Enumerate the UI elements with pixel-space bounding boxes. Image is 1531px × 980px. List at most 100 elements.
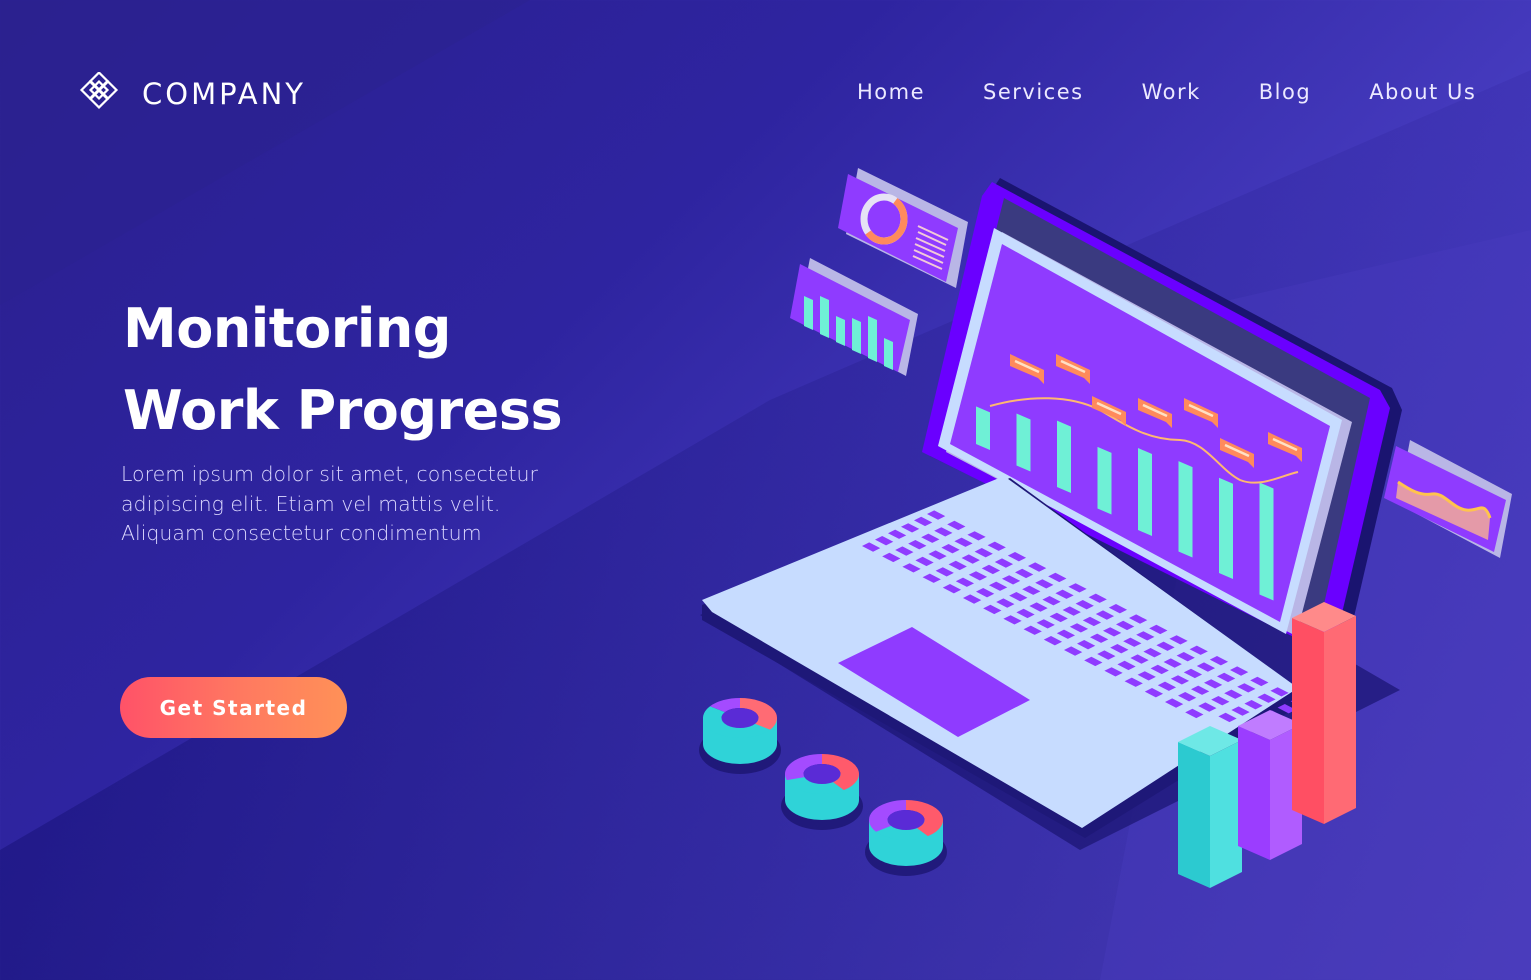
callout-flag [1092, 396, 1126, 426]
nav-blog[interactable]: Blog [1259, 80, 1311, 104]
donut-segment [906, 800, 944, 837]
donut-chart-icon [860, 193, 908, 245]
callout-flag [1010, 354, 1044, 384]
keyboard-key [888, 529, 907, 539]
keyboard-key [895, 546, 914, 556]
nav-work[interactable]: Work [1142, 80, 1201, 104]
brand-logo[interactable]: COMPANY [78, 72, 306, 116]
hero-title-line-1: Monitoring [123, 297, 451, 360]
callout-flag-line [1096, 401, 1122, 416]
screen-trend-line [989, 397, 1299, 484]
keyboard-key [1068, 583, 1087, 593]
keyboard-key [927, 510, 946, 520]
keyboard-key [976, 588, 995, 598]
screen-bar [1016, 413, 1031, 472]
floor-bar-right-face [1324, 616, 1356, 824]
nav-services[interactable]: Services [983, 80, 1084, 104]
side-card-bar [884, 338, 893, 370]
keyboard-key [1196, 662, 1216, 672]
keyboard-key [1043, 636, 1063, 646]
screen-bar [1097, 446, 1112, 515]
keyboard-key [1042, 596, 1061, 606]
keyboard-key [1097, 650, 1116, 660]
keyboard-key [1095, 610, 1115, 620]
keyboard-key [1231, 706, 1250, 716]
keyboard-key [1056, 629, 1076, 639]
floor-bar-top-face [1292, 602, 1356, 632]
interlocking-diamonds-icon [79, 72, 119, 110]
keyboard-key [947, 520, 966, 531]
keyboard-key [996, 598, 1015, 608]
keyboard-key [1270, 687, 1289, 697]
keyboard-key [1163, 658, 1182, 668]
keyboard-key [1129, 614, 1148, 624]
keyboard-key [948, 560, 967, 571]
keyboard-key [1277, 704, 1296, 714]
keyboard-key [1124, 677, 1143, 687]
callout-flag [1138, 398, 1172, 428]
screen-bar [1178, 461, 1193, 558]
hero-description-line-1: Lorem ipsum dolor sit amet, consectetur [121, 462, 538, 486]
keyboard-key [1007, 552, 1027, 562]
keyboard-key [942, 584, 962, 594]
nav-about-us[interactable]: About Us [1369, 80, 1476, 104]
3d-donut-charts [699, 698, 947, 876]
keyboard-key [1075, 600, 1094, 610]
keyboard-key [862, 542, 881, 552]
nav-home[interactable]: Home [857, 80, 925, 104]
keyboard-key [1224, 689, 1243, 699]
donut-segment [786, 777, 844, 794]
keyboard-key [961, 554, 980, 564]
get-started-button[interactable]: Get Started [120, 677, 347, 738]
keyboard-key [974, 548, 993, 558]
keyboard-key [989, 581, 1008, 591]
keyboard-key [921, 533, 940, 543]
donut-segment [740, 698, 778, 730]
keyboard-key [1029, 602, 1048, 612]
keyboard-key [1143, 648, 1162, 658]
keyboard-key [934, 527, 953, 537]
donut-segment [822, 754, 859, 791]
side-card-bars [804, 296, 893, 370]
keyboard-key [1218, 712, 1237, 723]
donut-shadow [781, 782, 863, 830]
donut-hole [721, 708, 759, 728]
keyboard-key [1209, 656, 1229, 666]
keyboard-key [967, 531, 986, 541]
keyboard-key [1049, 612, 1068, 623]
keyboard-key [908, 540, 927, 550]
keyboard-key [1150, 664, 1169, 675]
callout-flag [1056, 354, 1090, 384]
keyboard-key [1015, 568, 1034, 579]
keyboard-key [1077, 640, 1096, 650]
keyboard-key [963, 594, 982, 604]
main-nav: Home Services Work Blog About Us [857, 80, 1476, 104]
hero-description: Lorem ipsum dolor sit amet, consectetur … [121, 460, 601, 549]
screen-bar-chart [976, 406, 1274, 601]
keyboard-key [1088, 593, 1107, 603]
callout-flag-line [1060, 359, 1086, 374]
keyboard-key [1244, 700, 1263, 710]
donut-side [785, 774, 859, 820]
callout-flag-line [1224, 443, 1250, 458]
keyboard-key [1048, 572, 1067, 583]
keyboard-key [968, 571, 988, 581]
keyboard-key [928, 550, 947, 560]
keyboard-key [915, 556, 934, 567]
floor-bar-right-face [1210, 740, 1242, 888]
keyboard-key [1116, 620, 1135, 631]
keyboard-key [1117, 660, 1136, 671]
keyboard-key [1103, 627, 1122, 637]
keyboard-key [1189, 645, 1208, 655]
donut-segment [876, 825, 928, 841]
donut-segment [784, 754, 822, 781]
keyboard-key [1036, 619, 1055, 629]
hero-title: Monitoring Work Progress [123, 288, 563, 452]
keyboard-key [1136, 631, 1155, 641]
brand-name: COMPANY [142, 77, 306, 111]
keyboard-key [1055, 589, 1074, 599]
keyboard-key [1022, 585, 1041, 595]
floor-bar-left-face [1238, 726, 1270, 860]
keyboard-key [1176, 652, 1195, 662]
keyboard-key [1211, 696, 1230, 706]
